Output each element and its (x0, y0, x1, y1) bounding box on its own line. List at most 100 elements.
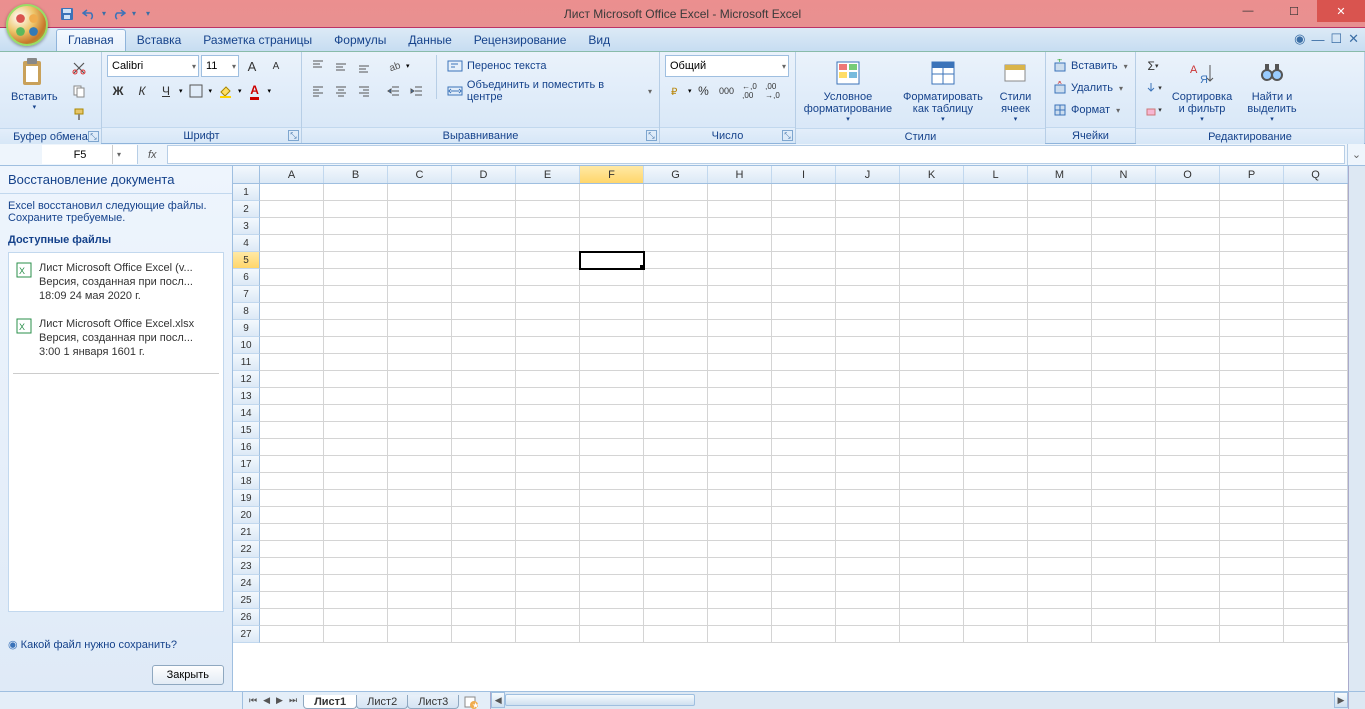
cell[interactable] (1156, 388, 1220, 405)
decrease-indent-icon[interactable] (383, 80, 405, 102)
row-header[interactable]: 11 (233, 354, 260, 371)
cell[interactable] (964, 320, 1028, 337)
column-header[interactable]: J (836, 166, 900, 183)
cell[interactable] (900, 609, 964, 626)
cell[interactable] (708, 184, 772, 201)
align-left-icon[interactable] (307, 80, 329, 102)
cell[interactable] (388, 575, 452, 592)
cell[interactable] (580, 575, 644, 592)
cell[interactable] (516, 269, 580, 286)
cell[interactable] (260, 235, 324, 252)
cell[interactable] (260, 507, 324, 524)
cell[interactable] (644, 541, 708, 558)
cell[interactable] (260, 490, 324, 507)
cell[interactable] (388, 337, 452, 354)
cell[interactable] (964, 303, 1028, 320)
sheet-nav-arrows[interactable]: ⏮◀▶⏭ (243, 692, 303, 709)
cell[interactable] (708, 575, 772, 592)
cell[interactable] (1220, 286, 1284, 303)
cell[interactable] (644, 388, 708, 405)
cell[interactable] (964, 337, 1028, 354)
font-launcher[interactable]: ⤡ (288, 130, 299, 141)
cell[interactable] (772, 575, 836, 592)
cell[interactable] (1156, 558, 1220, 575)
ribbon-close-icon[interactable]: ✕ (1348, 31, 1359, 47)
cell[interactable] (452, 473, 516, 490)
cell[interactable] (964, 456, 1028, 473)
column-header[interactable]: O (1156, 166, 1220, 183)
row-header[interactable]: 7 (233, 286, 260, 303)
cell[interactable] (900, 184, 964, 201)
cell[interactable] (1028, 626, 1092, 643)
number-format-combo[interactable]: Общий▾ (665, 55, 789, 77)
cell[interactable] (260, 303, 324, 320)
copy-icon[interactable] (68, 80, 90, 102)
cell[interactable] (452, 320, 516, 337)
cell[interactable] (772, 592, 836, 609)
cell[interactable] (1028, 592, 1092, 609)
cell[interactable] (900, 592, 964, 609)
row-header[interactable]: 2 (233, 201, 260, 218)
cell[interactable] (516, 252, 580, 269)
name-box-input[interactable] (42, 149, 112, 161)
cell[interactable] (580, 524, 644, 541)
cell[interactable] (772, 286, 836, 303)
percent-icon[interactable]: % (693, 80, 715, 102)
cell[interactable] (1156, 575, 1220, 592)
cell[interactable] (836, 558, 900, 575)
cell[interactable] (1156, 235, 1220, 252)
cell[interactable] (1028, 490, 1092, 507)
cell[interactable] (836, 524, 900, 541)
cell[interactable] (452, 422, 516, 439)
cell[interactable] (516, 218, 580, 235)
cell[interactable] (324, 303, 388, 320)
cell[interactable] (1220, 405, 1284, 422)
cell[interactable] (388, 269, 452, 286)
cell[interactable] (1220, 371, 1284, 388)
cell[interactable] (580, 592, 644, 609)
cell[interactable] (452, 507, 516, 524)
cell[interactable] (324, 252, 388, 269)
cell[interactable] (1092, 575, 1156, 592)
cell[interactable] (900, 507, 964, 524)
cell[interactable] (644, 184, 708, 201)
cell[interactable] (900, 439, 964, 456)
cell[interactable] (1092, 235, 1156, 252)
new-sheet-icon[interactable]: ★ (460, 694, 482, 709)
cell[interactable] (516, 524, 580, 541)
cell[interactable] (1092, 286, 1156, 303)
cell[interactable] (516, 320, 580, 337)
cell[interactable] (580, 269, 644, 286)
cell[interactable] (772, 490, 836, 507)
cell[interactable] (388, 609, 452, 626)
cell[interactable] (1284, 354, 1348, 371)
cell[interactable] (900, 422, 964, 439)
cell[interactable] (516, 354, 580, 371)
decrease-font-icon[interactable]: A (265, 55, 287, 77)
cell[interactable] (1284, 201, 1348, 218)
cell[interactable] (772, 541, 836, 558)
cell[interactable] (1092, 252, 1156, 269)
cell[interactable] (1220, 541, 1284, 558)
cell[interactable] (708, 609, 772, 626)
cell[interactable] (516, 422, 580, 439)
cell[interactable] (772, 337, 836, 354)
sort-filter-button[interactable]: АЯСортировка и фильтр ▾ (1169, 55, 1235, 125)
cell[interactable] (260, 524, 324, 541)
cell[interactable] (964, 184, 1028, 201)
cell[interactable] (324, 201, 388, 218)
cell[interactable] (260, 473, 324, 490)
cell[interactable] (260, 388, 324, 405)
cell[interactable] (644, 524, 708, 541)
align-middle-icon[interactable] (330, 55, 352, 77)
cell[interactable] (836, 303, 900, 320)
row-header[interactable]: 18 (233, 473, 260, 490)
cell[interactable] (708, 541, 772, 558)
cell[interactable] (1092, 388, 1156, 405)
cell[interactable] (1028, 524, 1092, 541)
office-button[interactable] (6, 4, 48, 46)
column-header[interactable]: D (452, 166, 516, 183)
ribbon-restore-icon[interactable]: ☐ (1330, 31, 1342, 47)
redo-icon[interactable] (110, 5, 128, 23)
cell[interactable] (1156, 252, 1220, 269)
